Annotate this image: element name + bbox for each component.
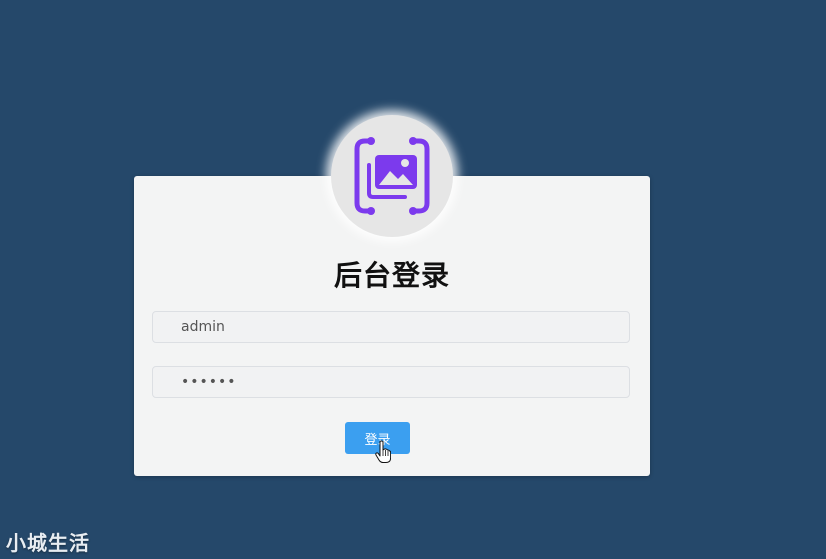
hand-cursor-icon xyxy=(375,440,391,463)
logo-badge xyxy=(331,115,453,237)
password-input[interactable] xyxy=(152,366,630,398)
login-title: 后台登录 xyxy=(333,259,450,292)
username-input[interactable] xyxy=(152,311,630,343)
watermark-text: 小城生活 xyxy=(6,531,90,555)
image-gallery-icon xyxy=(354,137,430,215)
